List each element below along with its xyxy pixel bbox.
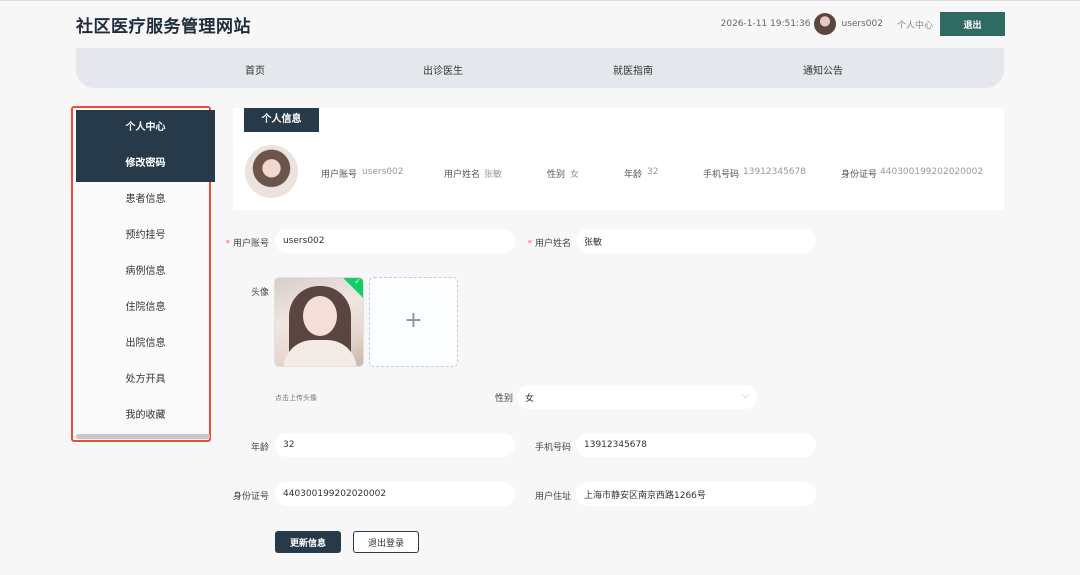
phone-input[interactable]	[576, 433, 816, 457]
gender-field-label: 性别	[494, 394, 513, 404]
summary-id-value: 440300199202020002	[880, 167, 984, 177]
uploaded-avatar-thumbnail[interactable]: ✓	[274, 277, 364, 367]
summary-id-label: 身份证号	[841, 170, 878, 180]
tab-personal-info[interactable]: 个人信息	[244, 108, 319, 132]
phone-field-label: 手机号码	[534, 443, 571, 453]
summary-name-value: 张敏	[484, 170, 503, 180]
nav-item-notices[interactable]: 通知公告	[803, 62, 843, 77]
gender-selected-value: 女	[525, 394, 535, 404]
sidebar-item-prescriptions[interactable]: 处方开具	[76, 362, 215, 398]
photo-face-shape	[303, 296, 337, 336]
sidebar-item-personal-center[interactable]: 个人中心	[76, 110, 215, 146]
main-nav: 首页 出诊医生 就医指南 通知公告	[76, 48, 1004, 88]
name-label-text: 用户姓名	[534, 239, 571, 249]
sidebar-item-cases[interactable]: 病例信息	[76, 254, 215, 290]
sidebar-item-inpatient[interactable]: 住院信息	[76, 290, 215, 326]
nav-item-home[interactable]: 首页	[245, 62, 265, 77]
summary-gender-value: 女	[570, 170, 580, 180]
header-username: users002	[841, 19, 883, 29]
id-field-label: 身份证号	[232, 492, 269, 502]
sidebar-menu: 个人中心 修改密码 患者信息 预约挂号 病例信息 住院信息 出院信息 处方开具 …	[71, 106, 215, 442]
age-input[interactable]	[275, 433, 515, 457]
logout-button[interactable]: 退出登录	[353, 531, 419, 553]
upload-hint-text: 点击上传头像	[275, 394, 317, 402]
id-input[interactable]	[275, 482, 515, 506]
address-input[interactable]	[576, 482, 816, 506]
account-input[interactable]	[275, 229, 515, 253]
profile-avatar	[245, 145, 298, 198]
required-mark: *	[527, 239, 533, 249]
summary-age-value: 32	[647, 167, 659, 177]
avatar-field-label: 头像	[250, 288, 269, 298]
sidebar-item-favorites[interactable]: 我的收藏	[76, 398, 215, 434]
check-icon: ✓	[354, 277, 361, 286]
nav-item-doctors[interactable]: 出诊医生	[423, 62, 463, 77]
profile-summary-card	[233, 108, 1004, 210]
required-mark: *	[225, 239, 231, 249]
name-input[interactable]	[576, 229, 816, 253]
summary-account-value: users002	[362, 167, 404, 177]
nav-item-guide[interactable]: 就医指南	[613, 62, 653, 77]
account-field-label: * 用户账号	[222, 236, 269, 249]
sidebar-scrollbar[interactable]	[76, 434, 210, 439]
summary-phone-value: 13912345678	[743, 167, 806, 177]
top-header: 社区医疗服务管理网站 2026-1-11 19:51:36 users002 个…	[0, 0, 1080, 46]
summary-age-label: 年龄	[624, 170, 643, 180]
name-field-label: * 用户姓名	[524, 236, 571, 249]
summary-account-label: 用户账号	[321, 170, 358, 180]
account-label-text: 用户账号	[232, 239, 269, 249]
sidebar-item-discharge[interactable]: 出院信息	[76, 326, 215, 362]
summary-phone-label: 手机号码	[703, 170, 740, 180]
age-field-label: 年龄	[250, 443, 269, 453]
avatar-upload-button[interactable]: +	[369, 277, 458, 367]
top-border-line	[0, 0, 1080, 1]
personal-center-link[interactable]: 个人中心	[897, 18, 933, 31]
header-logout-button[interactable]: 退出	[940, 12, 1005, 36]
header-avatar[interactable]	[814, 13, 837, 35]
sidebar-item-appointments[interactable]: 预约挂号	[76, 218, 215, 254]
summary-name-label: 用户姓名	[444, 170, 481, 180]
user-area: 2026-1-11 19:51:36 users002 个人中心 退出	[721, 12, 1005, 36]
address-field-label: 用户住址	[534, 492, 571, 502]
site-title: 社区医疗服务管理网站	[76, 17, 251, 37]
summary-gender-label: 性别	[547, 170, 566, 180]
gender-select[interactable]: 女 ⌵	[517, 385, 757, 409]
current-datetime: 2026-1-11 19:51:36	[720, 19, 811, 29]
sidebar-item-change-password[interactable]: 修改密码	[76, 146, 215, 182]
update-info-button[interactable]: 更新信息	[275, 531, 341, 553]
sidebar-item-patients[interactable]: 患者信息	[76, 182, 215, 218]
chevron-down-icon: ⌵	[742, 391, 749, 401]
